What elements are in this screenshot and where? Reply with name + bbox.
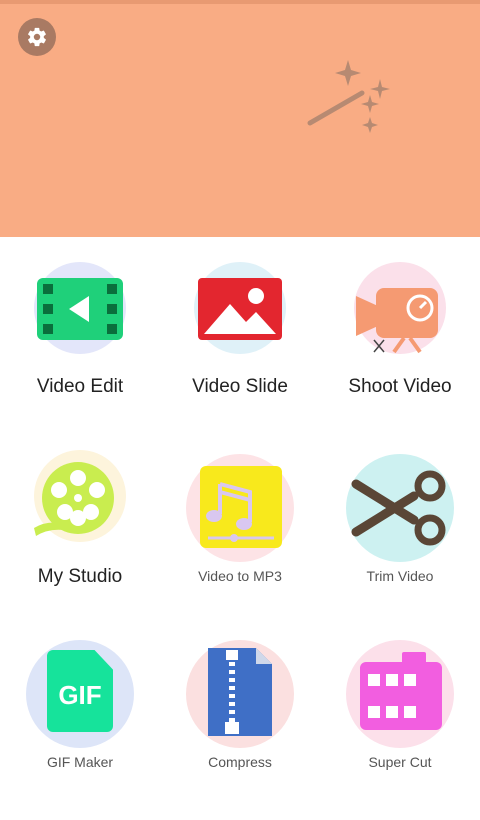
tool-shoot-video[interactable]: Shoot Video [320, 262, 480, 442]
tool-label: Video Edit [36, 376, 124, 397]
magic-wand-icon [307, 60, 390, 133]
video-edit-icon [37, 278, 123, 340]
zip-file-icon [208, 648, 272, 736]
tool-label: Video to MP3 [198, 568, 282, 584]
status-strip [0, 0, 480, 4]
tool-compress[interactable]: Compress [160, 640, 320, 820]
tool-label: Trim Video [366, 568, 434, 584]
camera-icon [356, 288, 438, 354]
tool-label: GIF Maker [46, 754, 114, 770]
tool-my-studio[interactable]: My Studio [0, 450, 160, 630]
super-cut-icon [360, 652, 442, 730]
tool-label: Super Cut [368, 754, 432, 770]
settings-button[interactable] [18, 18, 56, 56]
tool-label: My Studio [37, 566, 123, 587]
tool-video-to-mp3[interactable]: Video to MP3 [160, 450, 320, 630]
image-slide-icon [198, 278, 282, 340]
tool-label: Video Slide [192, 376, 288, 397]
gear-icon [28, 27, 46, 47]
scissors-icon [351, 470, 446, 546]
music-note-icon [200, 466, 282, 548]
tool-gif-maker[interactable]: GIF GIF Maker [0, 640, 160, 820]
tool-video-slide[interactable]: Video Slide [160, 262, 320, 442]
tool-trim-video[interactable]: Trim Video [320, 450, 480, 630]
tool-label: Shoot Video [348, 376, 452, 397]
gif-icon: GIF [47, 650, 113, 732]
tool-video-edit[interactable]: Video Edit [0, 262, 160, 442]
gif-text: GIF [58, 680, 102, 710]
tool-super-cut[interactable]: Super Cut [320, 640, 480, 820]
tool-label: Compress [208, 754, 272, 770]
header-banner [0, 0, 480, 237]
film-reel-icon [34, 462, 114, 536]
